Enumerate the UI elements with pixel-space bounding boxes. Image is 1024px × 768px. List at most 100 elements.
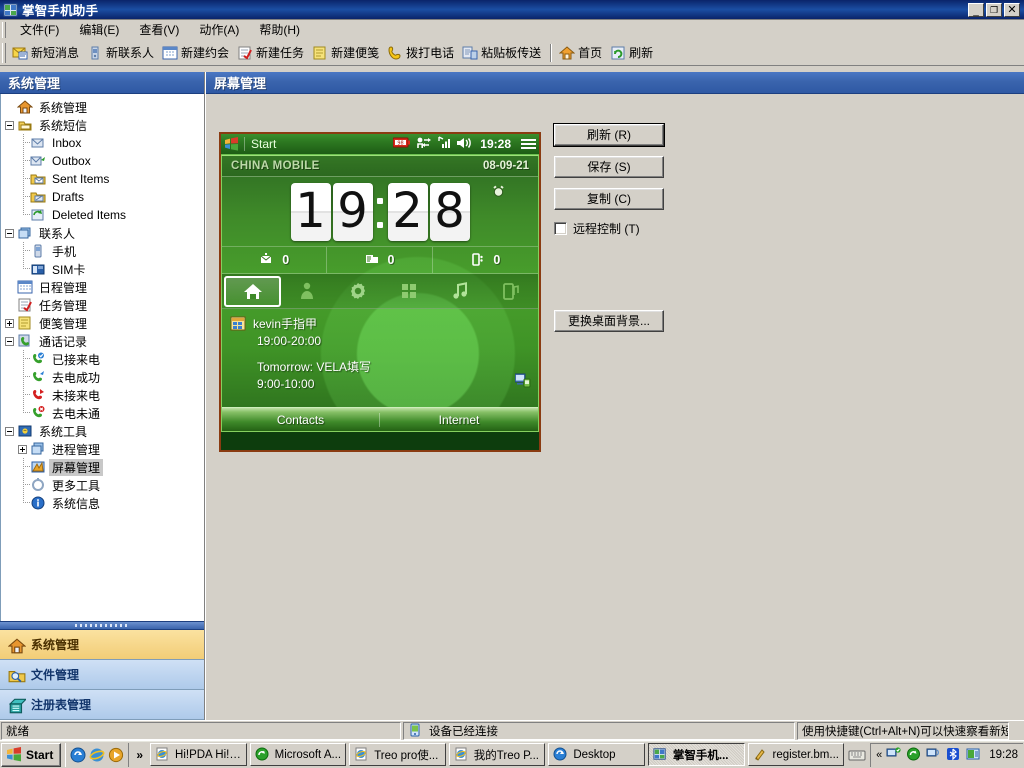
tree-item-inbox[interactable]: Inbox bbox=[1, 134, 204, 152]
tree-item-screen-manager[interactable]: 屏幕管理 bbox=[1, 458, 204, 476]
tree-expander-minus[interactable] bbox=[5, 426, 14, 436]
sidebar-panel-registry-management[interactable]: 注册表管理 bbox=[0, 690, 204, 720]
phone-appointments[interactable]: kevin手指甲 19:00-20:00 Tomorrow: VELA填写 9:… bbox=[222, 309, 538, 393]
people-tab-icon[interactable] bbox=[281, 276, 332, 307]
save-button[interactable]: 保存 (S) bbox=[554, 156, 664, 178]
minimize-button[interactable]: _ bbox=[968, 2, 984, 17]
home-tab-icon[interactable] bbox=[224, 275, 281, 307]
programs-tab-icon[interactable] bbox=[383, 276, 434, 307]
menu-icon[interactable] bbox=[521, 138, 536, 150]
tree-expander-minus[interactable] bbox=[5, 228, 14, 238]
toolbar-new-appointment[interactable]: 新建约会 bbox=[159, 42, 234, 63]
tree-item-tasks[interactable]: 任务管理 bbox=[1, 296, 204, 314]
monitor-icon[interactable] bbox=[926, 747, 942, 763]
device-icon[interactable] bbox=[966, 747, 982, 763]
sidebar-panel-system-management[interactable]: 系统管理 bbox=[0, 630, 204, 660]
windows-start-icon[interactable] bbox=[224, 137, 239, 151]
tree-item-call-dialed[interactable]: 去电成功 bbox=[1, 368, 204, 386]
bluetooth-icon[interactable] bbox=[946, 747, 962, 763]
softkey-right-internet[interactable]: Internet bbox=[380, 413, 538, 427]
tree-item-process-manager[interactable]: 进程管理 bbox=[1, 440, 204, 458]
tree-item-sent-items[interactable]: Sent Items bbox=[1, 170, 204, 188]
sidebar-splitter[interactable] bbox=[0, 621, 204, 630]
sidebar-panel-file-management[interactable]: 文件管理 bbox=[0, 660, 204, 690]
tree-item-notes[interactable]: 便笺管理 bbox=[1, 314, 204, 332]
tree-item-outbox[interactable]: Outbox bbox=[1, 152, 204, 170]
start-button[interactable]: Start bbox=[1, 742, 62, 767]
tree-item-call-log[interactable]: 通话记录 bbox=[1, 332, 204, 350]
taskbar-item[interactable]: register.bm... bbox=[747, 743, 845, 766]
show-desktop-icon[interactable] bbox=[70, 747, 86, 763]
close-button[interactable]: ✕ bbox=[1004, 2, 1020, 17]
copy-button[interactable]: 复制 (C) bbox=[554, 188, 664, 210]
tree-item-more-tools[interactable]: 更多工具 bbox=[1, 476, 204, 494]
counter-email[interactable]: 0 bbox=[222, 247, 328, 273]
refresh-button[interactable]: 刷新 (R) bbox=[553, 123, 665, 147]
menu-edit[interactable]: 编辑(E) bbox=[69, 19, 129, 40]
tree-item-contacts[interactable]: 联系人 bbox=[1, 224, 204, 242]
change-wallpaper-button[interactable]: 更换桌面背景... bbox=[554, 310, 664, 332]
taskbar-item[interactable]: Hi!PDA Hi!P... bbox=[150, 743, 247, 766]
toolbar-dial-phone[interactable]: 拨打电话 bbox=[384, 42, 459, 63]
phone-screen-mirror[interactable]: Start 98 19:28 CHINA MOBILE 08-09-21 1 9… bbox=[219, 132, 541, 452]
softkey-left-contacts[interactable]: Contacts bbox=[222, 412, 380, 427]
tray-clock[interactable]: 19:28 bbox=[989, 749, 1018, 761]
counter-sms[interactable]: 0 bbox=[327, 247, 433, 273]
toolbar-new-appointment-label: 新建约会 bbox=[181, 46, 230, 60]
tree-item-system-info[interactable]: 系统信息 bbox=[1, 494, 204, 512]
tree-item-call-missed[interactable]: 未接来电 bbox=[1, 386, 204, 404]
home-house-icon bbox=[16, 99, 34, 115]
music-tab-icon[interactable] bbox=[434, 276, 485, 307]
tree-expander-plus[interactable] bbox=[5, 318, 14, 328]
tree-expander-minus[interactable] bbox=[5, 336, 14, 346]
tree-label: 手机 bbox=[52, 244, 77, 259]
toolbar-new-task[interactable]: 新建任务 bbox=[234, 42, 309, 63]
maximize-button[interactable]: ❐ bbox=[986, 2, 1002, 17]
toolbar-new-sms[interactable]: 新短消息 bbox=[9, 42, 84, 63]
menu-file[interactable]: 文件(F) bbox=[10, 19, 69, 40]
remote-control-checkbox[interactable] bbox=[554, 222, 567, 235]
tree-expander-plus[interactable] bbox=[18, 444, 27, 454]
language-bar-icon[interactable] bbox=[846, 744, 868, 766]
network-icon[interactable] bbox=[886, 747, 902, 763]
tray-expand-chevron[interactable]: « bbox=[876, 749, 882, 761]
tree-item-call-failed[interactable]: 去电未通 bbox=[1, 404, 204, 422]
phone-start-label[interactable]: Start bbox=[244, 137, 276, 151]
media-player-icon[interactable] bbox=[108, 747, 124, 763]
toolbar-overflow-chevron[interactable]: » bbox=[131, 748, 148, 762]
menu-help[interactable]: 帮助(H) bbox=[249, 19, 310, 40]
menu-action[interactable]: 动作(A) bbox=[189, 19, 249, 40]
taskbar-item[interactable]: Desktop bbox=[548, 743, 645, 766]
media-tab-icon[interactable] bbox=[485, 276, 536, 307]
tree-item-call-received[interactable]: 已接来电 bbox=[1, 350, 204, 368]
settings-tab-icon[interactable] bbox=[332, 276, 383, 307]
tree-item-deleted-items[interactable]: Deleted Items bbox=[1, 206, 204, 224]
counter-calls[interactable]: 0 bbox=[433, 247, 538, 273]
call-missed-icon bbox=[30, 387, 46, 403]
taskbar-item[interactable]: Treo pro使... bbox=[349, 743, 446, 766]
toolbar-clipboard-transfer[interactable]: 粘贴板传送 bbox=[459, 42, 546, 63]
taskbar-item[interactable]: 我的Treo P... bbox=[448, 743, 546, 766]
internet-explorer-icon[interactable] bbox=[89, 747, 105, 763]
tree-item-phone[interactable]: 手机 bbox=[1, 242, 204, 260]
taskbar-item[interactable]: Microsoft A... bbox=[249, 743, 347, 766]
menu-view[interactable]: 查看(V) bbox=[129, 19, 189, 40]
activesync-tray-icon[interactable] bbox=[906, 747, 922, 763]
menu-grip[interactable] bbox=[2, 21, 6, 38]
toolbar-grip[interactable] bbox=[2, 42, 6, 63]
content-pane: 屏幕管理 Start 98 19:28 CHINA MOBILE 08-09-2… bbox=[205, 72, 1024, 720]
tree-item-system-sms[interactable]: 系统短信 bbox=[1, 116, 204, 134]
toolbar-home[interactable]: 首页 bbox=[556, 42, 607, 63]
toolbar-refresh[interactable]: 刷新 bbox=[607, 42, 658, 63]
remote-control-checkbox-row[interactable]: 远程控制 (T) bbox=[554, 220, 674, 237]
taskbar-item-label: Desktop bbox=[573, 748, 616, 761]
tree-expander-minus[interactable] bbox=[5, 120, 14, 130]
tree-item-system-tools[interactable]: 系统工具 bbox=[1, 422, 204, 440]
toolbar-new-contact[interactable]: 新联系人 bbox=[84, 42, 159, 63]
tree-item-system-management[interactable]: 系统管理 bbox=[1, 98, 204, 116]
toolbar-new-note[interactable]: 新建便笺 bbox=[309, 42, 384, 63]
taskbar-item-active[interactable]: 掌智手机... bbox=[647, 743, 745, 766]
tree-item-drafts[interactable]: Drafts bbox=[1, 188, 204, 206]
tree-item-sim-card[interactable]: SIM卡 bbox=[1, 260, 204, 278]
tree-item-calendar[interactable]: 日程管理 bbox=[1, 278, 204, 296]
